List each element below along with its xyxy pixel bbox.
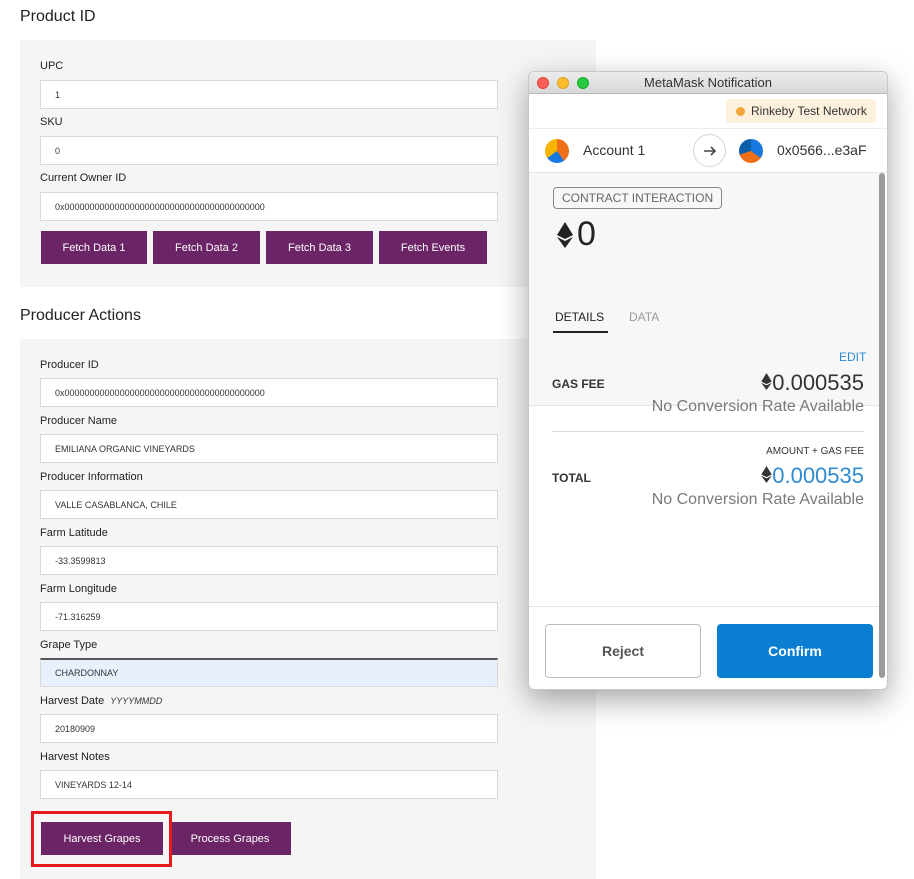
edit-gas-link[interactable]: EDIT — [839, 350, 866, 364]
confirm-button[interactable]: Confirm — [717, 624, 873, 678]
page: Product ID UPC 1 SKU 0 Current Owner ID … — [0, 0, 914, 879]
harvest-date-format-hint: YYYYMMDD — [110, 696, 163, 706]
scrollbar[interactable] — [879, 173, 885, 678]
ethereum-icon — [557, 221, 573, 248]
upc-input[interactable]: 1 — [40, 80, 498, 109]
farm-longitude-label: Farm Longitude — [40, 583, 118, 595]
metamask-window: MetaMask Notification Rinkeby Test Netwo… — [528, 71, 888, 690]
fetch-data-2-button[interactable]: Fetch Data 2 — [153, 231, 260, 264]
process-grapes-button[interactable]: Process Grapes — [169, 822, 291, 855]
amount-gas-fee-label: AMOUNT + GAS FEE — [766, 446, 864, 457]
footer-divider — [529, 606, 879, 607]
farm-latitude-input[interactable]: -33.3599813 — [40, 546, 498, 575]
owner-id-label: Current Owner ID — [40, 172, 127, 184]
producer-actions-title: Producer Actions — [20, 307, 141, 324]
producer-info-label: Producer Information — [40, 471, 143, 483]
arrow-right-icon — [693, 134, 726, 167]
close-window-icon[interactable] — [537, 77, 549, 89]
metamask-titlebar: MetaMask Notification — [529, 72, 887, 94]
account-transfer-row: Account 1 0x0566...e3aF — [529, 128, 887, 173]
harvest-notes-input[interactable]: VINEYARDS 12-14 — [40, 770, 498, 799]
harvest-notes-label: Harvest Notes — [40, 751, 110, 763]
network-status-dot-icon — [736, 106, 745, 116]
transaction-amount-value: 0 — [577, 215, 596, 253]
total-value: 0.000535 — [761, 463, 864, 489]
producer-info-input[interactable]: VALLE CASABLANCA, CHILE — [40, 490, 498, 519]
network-name: Rinkeby Test Network — [751, 104, 867, 118]
gas-fee-label: GAS FEE — [552, 377, 605, 391]
gas-fee-value: 0.000535 — [761, 370, 864, 396]
to-account-avatar — [739, 139, 763, 163]
upc-label: UPC — [40, 60, 64, 72]
fetch-events-button[interactable]: Fetch Events — [379, 231, 487, 264]
grape-type-input[interactable]: CHARDONNAY — [40, 658, 498, 687]
transaction-amount: 0 — [557, 215, 596, 254]
farm-latitude-label: Farm Latitude — [40, 527, 108, 539]
gas-fee-amount: 0.000535 — [772, 370, 864, 395]
gas-fee-conversion-note: No Conversion Rate Available — [651, 398, 864, 415]
producer-id-input[interactable]: 0x00000000000000000000000000000000000000… — [40, 378, 498, 407]
total-label: TOTAL — [552, 471, 591, 485]
producer-name-label: Producer Name — [40, 415, 118, 427]
ethereum-icon — [761, 373, 772, 390]
network-indicator[interactable]: Rinkeby Test Network — [726, 99, 876, 123]
total-amount: 0.000535 — [772, 463, 864, 488]
minimize-window-icon[interactable] — [557, 77, 569, 89]
from-account-name: Account 1 — [583, 142, 646, 158]
metamask-window-title: MetaMask Notification — [644, 75, 772, 90]
product-id-title: Product ID — [20, 8, 96, 25]
tab-data[interactable]: DATA — [629, 310, 659, 324]
harvest-date-label-text: Harvest Date — [40, 695, 105, 707]
producer-name-input[interactable]: EMILIANA ORGANIC VINEYARDS — [40, 434, 498, 463]
zoom-window-icon[interactable] — [577, 77, 589, 89]
divider — [552, 431, 864, 432]
active-tab-indicator — [553, 331, 608, 333]
from-account-avatar — [545, 139, 569, 163]
harvest-date-label: Harvest Date YYYYMMDD — [40, 695, 162, 707]
tab-details[interactable]: DETAILS — [555, 310, 604, 324]
farm-longitude-input[interactable]: -71.316259 — [40, 602, 498, 631]
highlight-annotation-box — [31, 811, 172, 867]
to-address: 0x0566...e3aF — [777, 142, 867, 158]
reject-button[interactable]: Reject — [545, 624, 701, 678]
sku-label: SKU — [40, 116, 63, 128]
sku-input[interactable]: 0 — [40, 136, 498, 165]
contract-interaction-badge: CONTRACT INTERACTION — [553, 187, 723, 209]
fetch-data-1-button[interactable]: Fetch Data 1 — [41, 231, 147, 264]
owner-id-input[interactable]: 0x00000000000000000000000000000000000000… — [40, 192, 498, 221]
fetch-data-3-button[interactable]: Fetch Data 3 — [266, 231, 373, 264]
producer-id-label: Producer ID — [40, 359, 99, 371]
grape-type-label: Grape Type — [40, 639, 98, 651]
harvest-date-input[interactable]: 20180909 — [40, 714, 498, 743]
ethereum-icon — [761, 466, 772, 483]
total-conversion-note: No Conversion Rate Available — [651, 491, 864, 508]
